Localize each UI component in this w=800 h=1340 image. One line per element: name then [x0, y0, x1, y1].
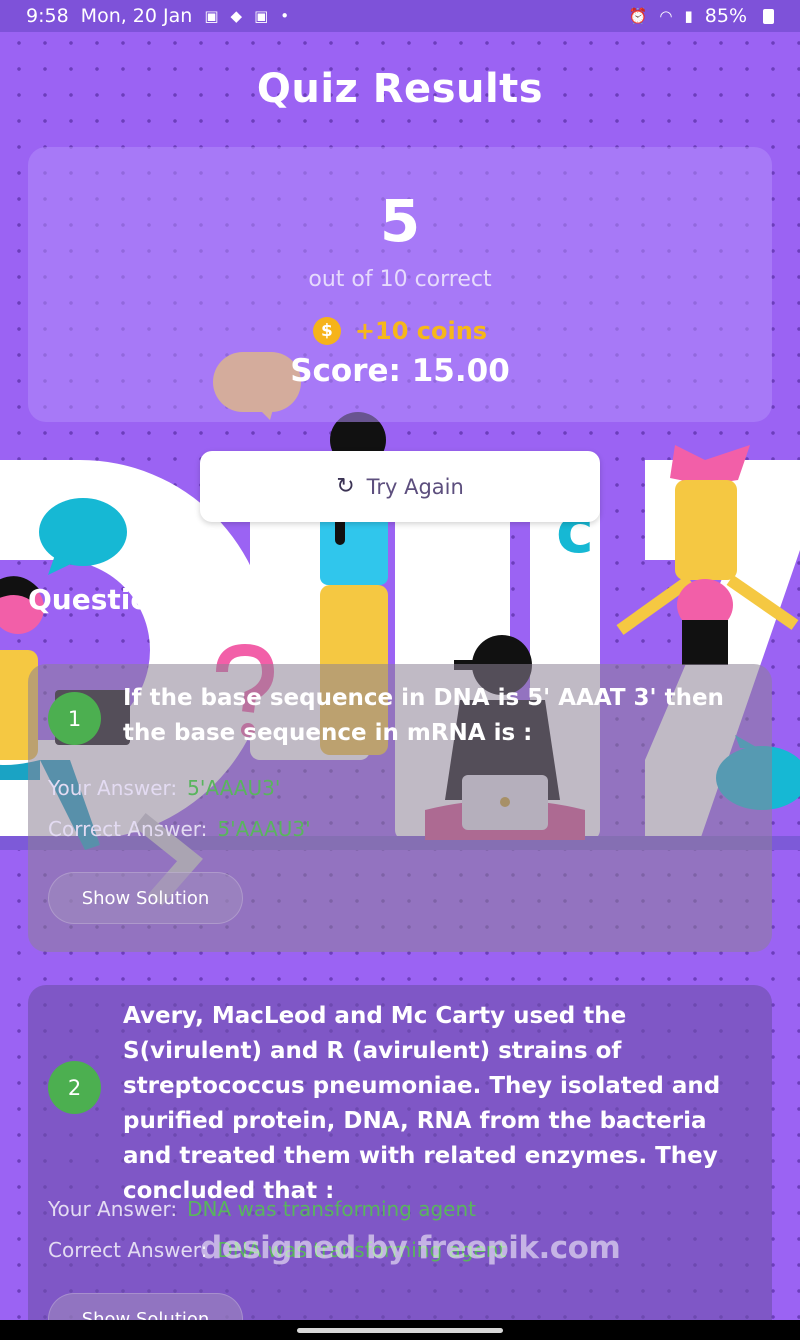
try-again-button[interactable]: ↻ Try Again	[200, 451, 600, 522]
question-card: 2 Avery, MacLeod and Mc Carty used the S…	[28, 985, 772, 1320]
page-title: Quiz Results	[256, 66, 544, 112]
question-text: If the base sequence in DNA is 5' AAAT 3…	[123, 685, 724, 746]
your-answer-value: DNA was transforming agent	[187, 1197, 477, 1221]
wifi-icon: ◠	[659, 7, 673, 25]
alarm-icon: ⏰	[628, 7, 648, 25]
photo-icon: ▣	[254, 7, 269, 25]
score-value: Score: 15.00	[290, 353, 510, 389]
freepik-watermark: designed by freepik.com	[200, 1230, 621, 1266]
correct-answer-row: Correct Answer: 5'AAAU3'	[48, 817, 311, 841]
question-number-badge: 1	[48, 692, 101, 745]
quiz-results-screen: c 9:58 Mon, 20 Jan ▣ ◆ ▣ • ⏰ ◠ ▮ 85% Qui…	[0, 0, 800, 1320]
your-answer-label: Your Answer:	[48, 1197, 178, 1221]
try-again-label: Try Again	[366, 474, 464, 499]
navigation-bar	[0, 1320, 800, 1340]
cat-icon: ◆	[230, 7, 243, 25]
status-time: 9:58	[26, 5, 69, 27]
status-left: 9:58 Mon, 20 Jan ▣ ◆ ▣ •	[26, 5, 289, 27]
battery-icon	[763, 8, 774, 24]
question-card: 1 If the base sequence in DNA is 5' AAAT…	[28, 664, 772, 952]
your-answer-row: Your Answer: DNA was transforming agent	[48, 1197, 476, 1221]
show-solution-button[interactable]: Show Solution	[48, 872, 243, 924]
gallery-icon: ▣	[204, 7, 219, 25]
dot-icon: •	[280, 7, 290, 25]
status-right: ⏰ ◠ ▮ 85%	[629, 5, 774, 27]
coin-icon: $	[312, 317, 341, 345]
out-of-text: out of 10 correct	[308, 267, 492, 292]
your-answer-value: 5'AAAU3'	[187, 776, 281, 800]
coins-earned: +10 coins	[354, 317, 488, 345]
battery-percent: 85%	[704, 5, 747, 27]
correct-count: 5	[379, 187, 421, 255]
score-card: 5 out of 10 correct $ +10 coins Score: 1…	[28, 147, 772, 422]
correct-answer-label: Correct Answer:	[48, 1238, 208, 1262]
question-number-badge: 2	[48, 1061, 101, 1114]
question-details-title: Question Details	[28, 583, 290, 616]
correct-answer-label: Correct Answer:	[48, 817, 208, 841]
question-text: Avery, MacLeod and Mc Carty used the S(v…	[123, 1003, 721, 1204]
your-answer-row: Your Answer: 5'AAAU3'	[48, 776, 280, 800]
refresh-icon: ↻	[336, 474, 355, 499]
your-answer-label: Your Answer:	[48, 776, 178, 800]
correct-answer-value: 5'AAAU3'	[217, 817, 311, 841]
show-solution-button[interactable]: Show Solution	[48, 1293, 243, 1320]
signal-icon: ▮	[684, 7, 693, 25]
coins-row: $ +10 coins	[28, 317, 772, 345]
status-bar: 9:58 Mon, 20 Jan ▣ ◆ ▣ • ⏰ ◠ ▮ 85%	[0, 0, 800, 32]
home-gesture-handle[interactable]	[297, 1328, 503, 1333]
status-date: Mon, 20 Jan	[80, 5, 193, 27]
